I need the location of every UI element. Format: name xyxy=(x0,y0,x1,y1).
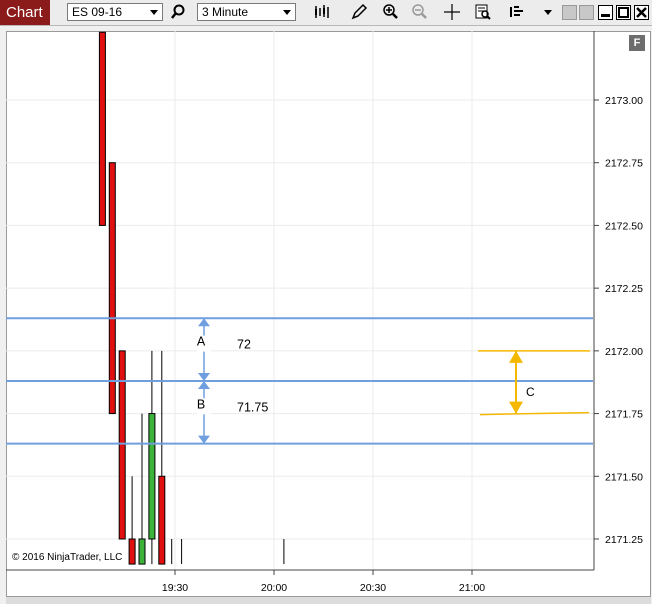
x-tick-label: 20:30 xyxy=(360,582,386,594)
x-tick-label: 21:00 xyxy=(459,582,485,594)
copyright-text: © 2016 NinjaTrader, LLC xyxy=(12,552,122,563)
arrow-up-icon xyxy=(198,318,210,327)
horizontal-lines[interactable] xyxy=(6,317,593,445)
y-tick-label: 2171.50 xyxy=(605,471,643,483)
candles xyxy=(98,31,285,565)
range-c-bottom-line[interactable] xyxy=(479,411,590,416)
x-tick-label: 20:00 xyxy=(261,582,287,594)
horizontal-scrollbar[interactable] xyxy=(6,597,651,604)
arrow-up-icon xyxy=(198,380,210,389)
y-tick-label: 2171.25 xyxy=(605,534,643,546)
y-tick-label: 2172.50 xyxy=(605,220,643,232)
y-tick-label: 2173.00 xyxy=(605,95,643,107)
y-tick-label: 2171.75 xyxy=(605,409,643,421)
measure-label-a: A xyxy=(197,335,206,349)
arrow-up-icon xyxy=(509,350,523,363)
candle-body xyxy=(108,162,116,415)
candle-body xyxy=(138,538,146,565)
arrow-down-icon xyxy=(509,401,523,414)
y-tick-label: 2172.00 xyxy=(605,346,643,358)
y-tick-label: 2172.75 xyxy=(605,158,643,170)
arrow-down-icon xyxy=(198,435,210,444)
candle-body xyxy=(148,413,156,540)
range-c-label: C xyxy=(526,385,535,399)
y-axis: 2173.00 2172.75 2172.50 2172.25 2172.00 2171.… xyxy=(594,95,643,546)
y-tick-label: 2172.25 xyxy=(605,283,643,295)
x-axis: 19:30 20:00 20:30 21:00 xyxy=(162,570,485,594)
candle-body xyxy=(158,475,166,565)
candle-body xyxy=(128,538,136,565)
x-tick-label: 19:30 xyxy=(162,582,188,594)
grid-lines xyxy=(6,31,594,570)
flag-button[interactable]: F xyxy=(629,35,645,51)
measure-label-b: B xyxy=(197,397,205,411)
candle-body xyxy=(98,31,106,226)
price-chart[interactable]: A 72B 71.75C 2173.002172.752172.502172.252… xyxy=(0,0,652,604)
measure-value-b: 71.75 xyxy=(237,400,268,414)
arrow-down-icon xyxy=(198,372,210,381)
candle-body xyxy=(118,350,126,540)
measure-value-a: 72 xyxy=(237,338,251,352)
